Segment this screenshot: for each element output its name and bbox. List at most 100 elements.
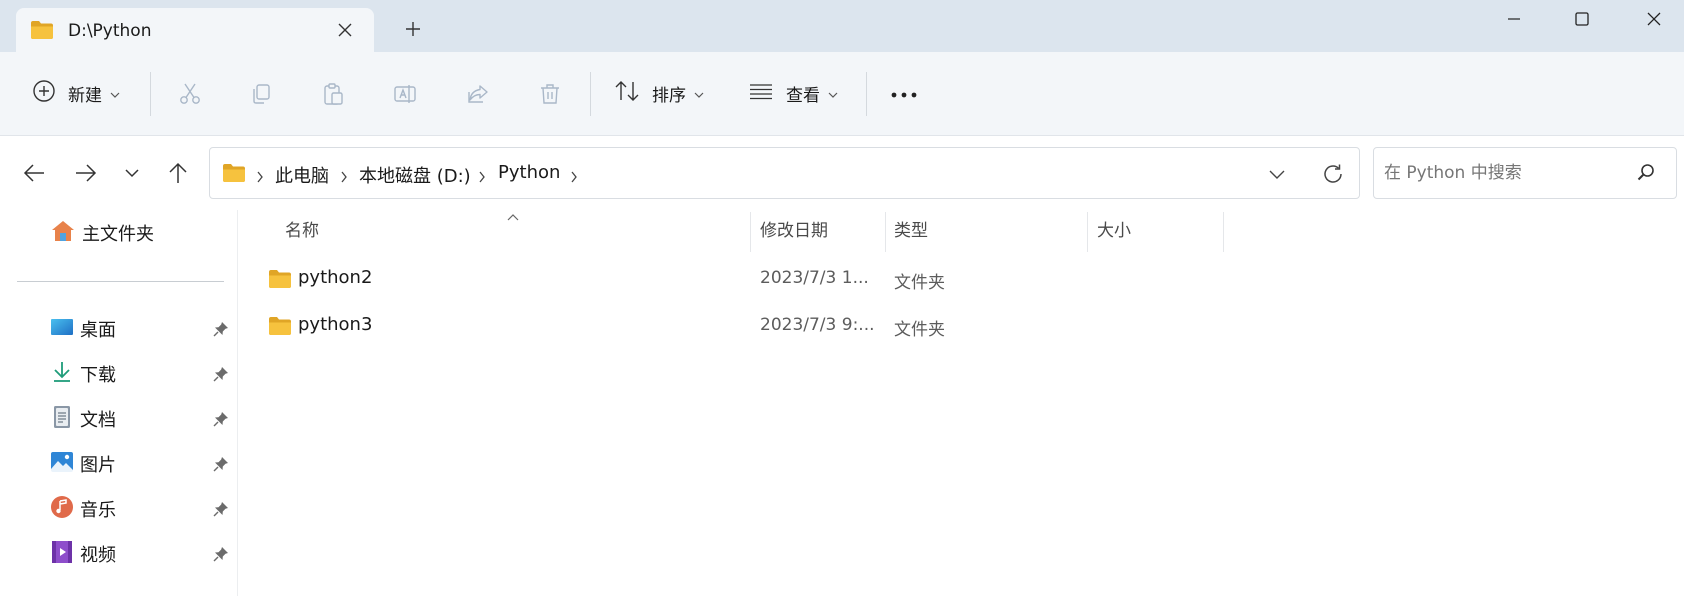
- tab-d-python[interactable]: D:\Python: [16, 8, 374, 53]
- rename-icon[interactable]: [391, 80, 419, 108]
- sidebar-item-videos[interactable]: 视频: [50, 539, 230, 569]
- column-header-name[interactable]: 名称: [285, 216, 319, 241]
- maximize-icon[interactable]: [1562, 4, 1602, 34]
- nav-divider: [17, 281, 224, 282]
- toolbar-divider: [590, 72, 591, 116]
- search-input[interactable]: [1384, 160, 1624, 186]
- sort-button[interactable]: 排序: [614, 77, 704, 109]
- pin-icon[interactable]: [213, 366, 229, 386]
- pin-icon[interactable]: [213, 546, 229, 566]
- sidebar-item-desktop[interactable]: 桌面: [50, 314, 230, 344]
- view-list-icon: [748, 79, 774, 107]
- breadcrumb-local-disk[interactable]: 本地磁盘 (D:): [359, 162, 471, 188]
- breadcrumb-chevron-icon[interactable]: [256, 168, 264, 187]
- column-divider[interactable]: [1087, 212, 1088, 252]
- breadcrumb-this-pc[interactable]: 此电脑: [275, 162, 329, 188]
- file-row-python3[interactable]: python3 2023/7/3 9:... 文件夹: [256, 306, 1236, 346]
- new-button[interactable]: 新建: [32, 77, 120, 109]
- more-options-button[interactable]: [890, 77, 918, 109]
- column-divider[interactable]: [885, 212, 886, 252]
- pin-icon[interactable]: [213, 411, 229, 431]
- file-date: 2023/7/3 1...: [760, 268, 869, 288]
- tab-title: D:\Python: [68, 21, 152, 41]
- new-button-label: 新建: [68, 85, 102, 106]
- chevron-down-icon: [110, 84, 120, 103]
- column-divider[interactable]: [750, 212, 751, 252]
- folder-icon: [30, 20, 54, 44]
- toolbar-divider: [866, 72, 867, 116]
- breadcrumb-chevron-icon[interactable]: [478, 168, 486, 187]
- sidebar-item-pictures[interactable]: 图片: [50, 449, 230, 479]
- paste-icon[interactable]: [319, 80, 347, 108]
- search-box[interactable]: [1373, 147, 1677, 199]
- nav-item-home[interactable]: 主文件夹: [50, 220, 154, 246]
- file-date: 2023/7/3 9:...: [760, 315, 875, 335]
- breadcrumb-python[interactable]: Python: [498, 162, 560, 183]
- plus-circle-icon: [32, 79, 56, 107]
- sort-button-label: 排序: [652, 85, 686, 106]
- nav-label: 下载: [80, 365, 116, 386]
- nav-label: 文档: [80, 410, 116, 431]
- video-icon: [50, 540, 74, 568]
- back-arrow-icon[interactable]: [19, 158, 49, 188]
- title-bar: D:\Python: [0, 0, 1684, 53]
- column-divider[interactable]: [1223, 212, 1224, 252]
- download-icon: [50, 360, 74, 388]
- sidebar-item-music[interactable]: 音乐: [50, 494, 230, 524]
- nav-label: 视频: [80, 545, 116, 566]
- sort-icon: [614, 79, 640, 107]
- desktop-icon: [50, 317, 74, 341]
- cut-icon[interactable]: [176, 80, 204, 108]
- pin-icon[interactable]: [213, 456, 229, 476]
- recent-locations-chevron-icon[interactable]: [117, 158, 147, 188]
- view-button-label: 查看: [786, 85, 820, 106]
- navigation-pane: 主文件夹 桌面 下载 文档 图片 音乐 视频: [0, 210, 238, 596]
- pin-icon[interactable]: [213, 501, 229, 521]
- toolbar-divider: [150, 72, 151, 116]
- home-icon: [50, 219, 76, 247]
- column-header-type[interactable]: 类型: [894, 216, 928, 241]
- folder-icon: [222, 163, 246, 187]
- nav-label: 音乐: [80, 500, 116, 521]
- pin-icon[interactable]: [213, 321, 229, 341]
- file-name: python3: [298, 314, 373, 335]
- nav-label: 图片: [80, 455, 116, 476]
- chevron-down-icon: [828, 84, 838, 103]
- document-icon: [50, 405, 74, 433]
- address-history-chevron-icon[interactable]: [1265, 162, 1289, 186]
- forward-arrow-icon[interactable]: [71, 158, 101, 188]
- refresh-icon[interactable]: [1320, 161, 1346, 187]
- file-row-python2[interactable]: python2 2023/7/3 1... 文件夹: [256, 259, 1236, 299]
- minimize-icon[interactable]: [1494, 4, 1534, 34]
- sidebar-item-downloads[interactable]: 下载: [50, 359, 230, 389]
- folder-icon: [268, 316, 292, 340]
- nav-label: 主文件夹: [82, 224, 154, 245]
- address-bar[interactable]: 此电脑 本地磁盘 (D:) Python: [209, 147, 1360, 199]
- music-icon: [50, 495, 74, 523]
- more-icon: [890, 84, 918, 103]
- pictures-icon: [50, 451, 74, 477]
- new-tab-icon[interactable]: [402, 18, 424, 40]
- command-bar: 新建 排序 查看: [0, 52, 1684, 136]
- sidebar-item-documents[interactable]: 文档: [50, 404, 230, 434]
- breadcrumb-chevron-icon[interactable]: [570, 168, 578, 187]
- delete-icon[interactable]: [536, 80, 564, 108]
- nav-label: 桌面: [80, 320, 116, 341]
- column-header-size[interactable]: 大小: [1097, 216, 1131, 241]
- view-button[interactable]: 查看: [748, 77, 838, 109]
- folder-icon: [268, 269, 292, 293]
- copy-icon[interactable]: [247, 80, 275, 108]
- close-window-icon[interactable]: [1634, 4, 1674, 34]
- file-type: 文件夹: [894, 320, 945, 340]
- up-arrow-icon[interactable]: [163, 158, 193, 188]
- file-type: 文件夹: [894, 273, 945, 293]
- search-icon[interactable]: [1636, 162, 1656, 186]
- chevron-down-icon: [694, 84, 704, 103]
- close-tab-icon[interactable]: [334, 19, 356, 41]
- pane-divider[interactable]: [237, 210, 238, 596]
- column-header-date[interactable]: 修改日期: [760, 216, 828, 241]
- file-name: python2: [298, 267, 373, 288]
- breadcrumb-chevron-icon[interactable]: [340, 168, 348, 187]
- sort-ascending-icon: [507, 206, 519, 225]
- share-icon[interactable]: [464, 80, 492, 108]
